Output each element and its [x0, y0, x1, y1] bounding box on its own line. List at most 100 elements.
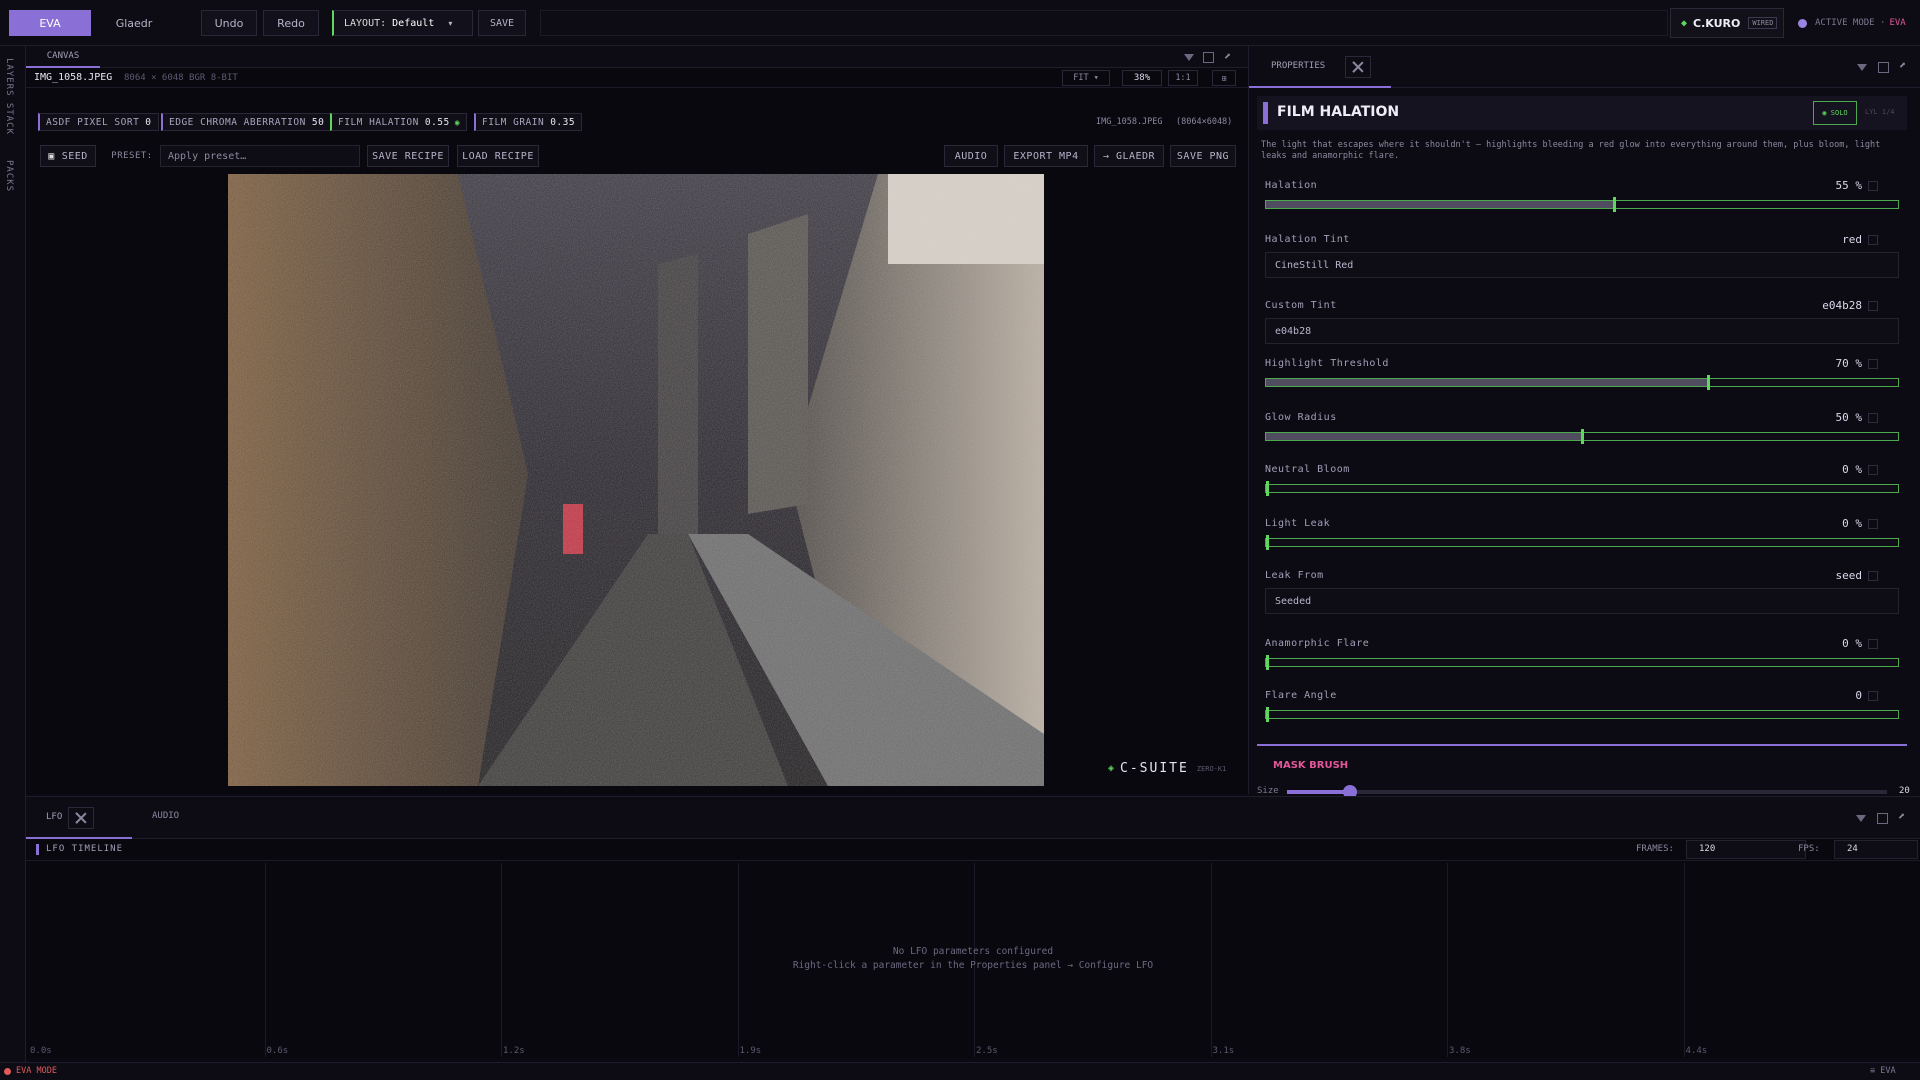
param-label: Highlight Threshold [1265, 358, 1389, 369]
effect-description: The light that escapes where it shouldn'… [1261, 140, 1881, 161]
tab-glaedr[interactable]: Glaedr [96, 10, 172, 36]
effect-chip-chroma[interactable]: EDGE CHROMA ABERRATION 50 [161, 113, 332, 131]
slider-thumb[interactable] [1266, 655, 1269, 670]
save-recipe-button[interactable]: SAVE RECIPE [367, 145, 449, 167]
empty-line-1: No LFO parameters configured [892, 946, 1054, 957]
lock-icon[interactable] [1868, 359, 1878, 369]
undo-button[interactable]: Undo [201, 10, 257, 36]
param-slider[interactable] [1265, 429, 1899, 444]
lock-icon[interactable] [1868, 235, 1878, 245]
popout-icon[interactable]: ⬈ [1224, 49, 1231, 63]
param-slider[interactable] [1265, 481, 1899, 496]
chip-label: FILM HALATION [338, 116, 419, 128]
load-recipe-button[interactable]: LOAD RECIPE [457, 145, 539, 167]
lock-icon[interactable] [1868, 639, 1878, 649]
tab-properties[interactable]: PROPERTIES [1249, 46, 1391, 88]
param-slider[interactable] [1265, 655, 1899, 670]
zoom-1to1-button[interactable]: 1:1 [1168, 70, 1198, 86]
slider-thumb[interactable] [1612, 197, 1616, 212]
param-field[interactable]: Seeded [1265, 588, 1899, 614]
frames-input[interactable]: 120 [1686, 840, 1806, 859]
lock-icon[interactable] [1868, 413, 1878, 423]
param-label: Anamorphic Flare [1265, 638, 1370, 649]
slider-thumb[interactable] [1707, 375, 1711, 390]
param-slider[interactable] [1265, 707, 1899, 722]
seed-button[interactable]: ▣ SEED [40, 145, 96, 167]
tab-layers-stack[interactable]: LAYERS STACK [4, 58, 14, 135]
frames-label: FRAMES: [1636, 844, 1674, 854]
slider-thumb[interactable] [1581, 429, 1584, 444]
slider-thumb[interactable] [1266, 535, 1269, 550]
user-badge[interactable]: ◆ C.KURO WIRED [1670, 8, 1784, 38]
close-icon [74, 811, 88, 825]
file-meta: 8064 × 6048 BGR 8-BIT [124, 73, 238, 83]
lock-icon[interactable] [1868, 571, 1878, 581]
active-mode-indicator: ACTIVE MODE · EVA [1798, 16, 1906, 30]
accent-bar [36, 844, 39, 855]
popout-icon[interactable]: ⬈ [1899, 58, 1906, 72]
param-slider[interactable] [1265, 197, 1899, 212]
effect-chip-halation[interactable]: FILM HALATION 0.55 ◉ [330, 113, 468, 131]
effect-chip-pixel-sort[interactable]: ASDF PIXEL SORT 0 [38, 113, 159, 131]
zoom-level[interactable]: 38% [1122, 70, 1162, 86]
lock-icon[interactable] [1868, 691, 1878, 701]
maximize-icon[interactable] [1203, 52, 1214, 63]
fit-select[interactable]: FIT ▾ [1062, 70, 1110, 86]
lock-icon[interactable] [1868, 465, 1878, 475]
collapse-icon[interactable] [1856, 815, 1866, 822]
send-to-glaedr-button[interactable]: → GLAEDR [1094, 145, 1164, 167]
save-button[interactable]: SAVE [478, 10, 526, 36]
canvas-image[interactable] [228, 174, 1044, 786]
redo-button[interactable]: Redo [263, 10, 319, 36]
grid-toggle-icon[interactable]: ⊞ [1212, 70, 1236, 86]
param-label: Leak From [1265, 570, 1324, 581]
effect-chip-grain[interactable]: FILM GRAIN 0.35 [474, 113, 583, 131]
brand-name: C-SUITE [1120, 761, 1189, 776]
fps-input[interactable]: 24 [1834, 840, 1918, 859]
preset-label: PRESET: [111, 151, 153, 161]
diamond-icon: ◆ [1681, 17, 1688, 29]
active-mode-value: EVA [1889, 18, 1906, 28]
export-mp4-button[interactable]: EXPORT MP4 [1004, 145, 1088, 167]
mask-size-slider[interactable] [1287, 785, 1887, 799]
slider-thumb[interactable] [1266, 707, 1269, 722]
collapse-icon[interactable] [1857, 64, 1867, 71]
tab-packs[interactable]: PACKS [4, 160, 14, 192]
status-bar: EVA MODE ≡ EVA [0, 1062, 1920, 1080]
param-slider[interactable] [1265, 535, 1899, 550]
maximize-icon[interactable] [1878, 62, 1889, 73]
solo-toggle[interactable]: ◉ SOLO [1813, 101, 1857, 125]
layout-select[interactable]: LAYOUT: Default ▾ [332, 10, 473, 36]
status-dot-icon [1798, 18, 1807, 28]
save-png-button[interactable]: SAVE PNG [1170, 145, 1236, 167]
tab-lfo[interactable]: LFO [26, 797, 132, 839]
left-rail: LAYERS STACK PACKS [0, 46, 26, 1068]
canvas-tab-header: CANVAS ⬈ [26, 46, 1248, 68]
tab-canvas[interactable]: CANVAS [26, 46, 100, 68]
slider-thumb[interactable] [1266, 481, 1269, 496]
lock-icon[interactable] [1868, 301, 1878, 311]
maximize-icon[interactable] [1877, 813, 1888, 824]
mask-size-label: Size [1257, 786, 1279, 796]
audio-button[interactable]: AUDIO [944, 145, 998, 167]
slider-fill [1266, 201, 1614, 208]
mode-indicator: EVA MODE [16, 1066, 57, 1076]
param-slider[interactable] [1265, 375, 1899, 390]
lock-icon[interactable] [1868, 181, 1878, 191]
close-tab-button[interactable] [1345, 56, 1371, 78]
lfo-title: LFO TIMELINE [46, 844, 124, 854]
close-tab-button[interactable] [68, 807, 94, 829]
lfo-tab-header: LFO AUDIO ⬈ [26, 797, 1920, 839]
mask-brush-title: MASK BRUSH [1273, 760, 1349, 771]
lock-icon[interactable] [1868, 519, 1878, 529]
topbar-spacer [540, 10, 1668, 36]
param-field[interactable]: e04b28 [1265, 318, 1899, 344]
param-field[interactable]: CineStill Red [1265, 252, 1899, 278]
collapse-icon[interactable] [1184, 54, 1194, 61]
tab-audio[interactable]: AUDIO [152, 811, 179, 821]
tab-eva[interactable]: EVA [9, 10, 91, 36]
time-tick: 3.1s [1212, 1046, 1235, 1056]
tab-label: PROPERTIES [1271, 61, 1326, 71]
popout-icon[interactable]: ⬈ [1898, 809, 1905, 823]
preset-input[interactable]: Apply preset… [160, 145, 360, 167]
